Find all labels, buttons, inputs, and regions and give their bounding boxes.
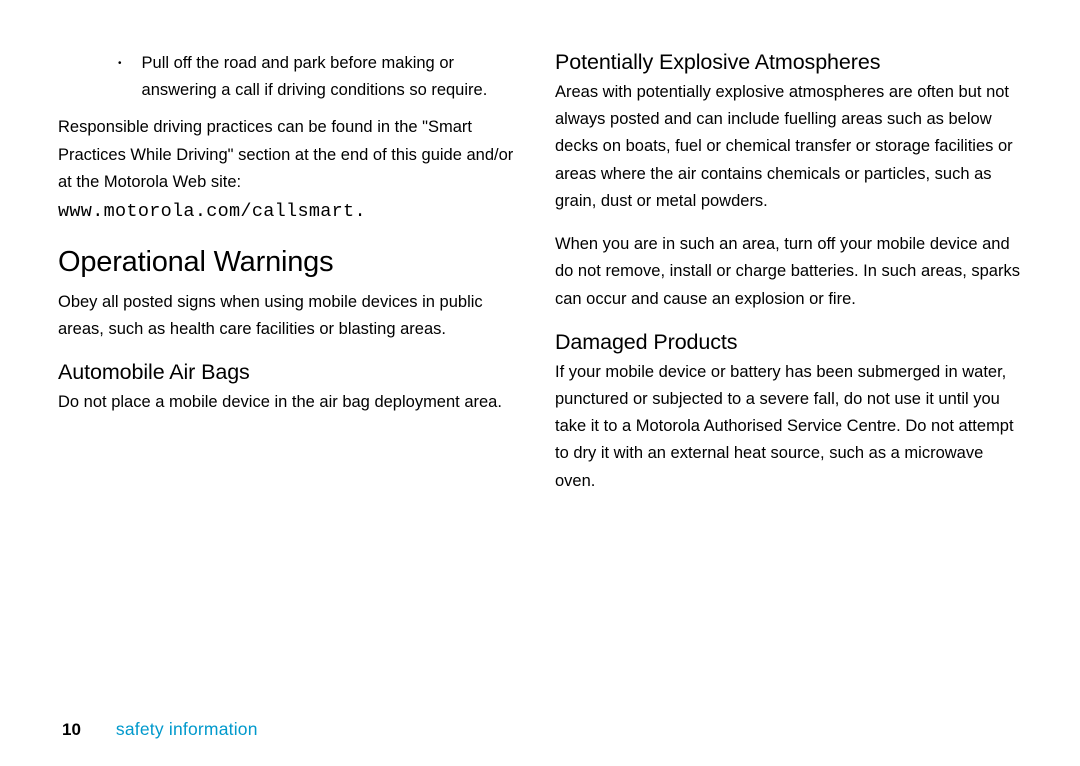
url-text: www.motorola.com/callsmart. (58, 196, 525, 227)
right-column: Potentially Explosive Atmospheres Areas … (555, 50, 1022, 495)
body-paragraph: Obey all posted signs when using mobile … (58, 289, 525, 343)
url-value: www.motorola.com/callsmart (58, 201, 354, 222)
heading-automobile-air-bags: Automobile Air Bags (58, 360, 525, 385)
page-number: 10 (62, 720, 81, 740)
heading-operational-warnings: Operational Warnings (58, 246, 525, 279)
url-period: . (354, 201, 365, 222)
left-column: • Pull off the road and park before maki… (58, 50, 525, 495)
heading-damaged-products: Damaged Products (555, 330, 1022, 355)
page-content: • Pull off the road and park before maki… (58, 50, 1022, 495)
heading-explosive-atmospheres: Potentially Explosive Atmospheres (555, 50, 1022, 75)
body-paragraph: Areas with potentially explosive atmosph… (555, 79, 1022, 215)
body-paragraph: When you are in such an area, turn off y… (555, 231, 1022, 313)
page-footer: 10 safety information (62, 719, 258, 740)
bullet-marker: • (118, 56, 122, 104)
body-paragraph: Responsible driving practices can be fou… (58, 114, 525, 196)
body-paragraph: Do not place a mobile device in the air … (58, 389, 525, 416)
bullet-item: • Pull off the road and park before maki… (118, 50, 525, 104)
section-name: safety information (116, 719, 258, 740)
body-paragraph: If your mobile device or battery has bee… (555, 359, 1022, 495)
bullet-text: Pull off the road and park before making… (142, 50, 525, 104)
